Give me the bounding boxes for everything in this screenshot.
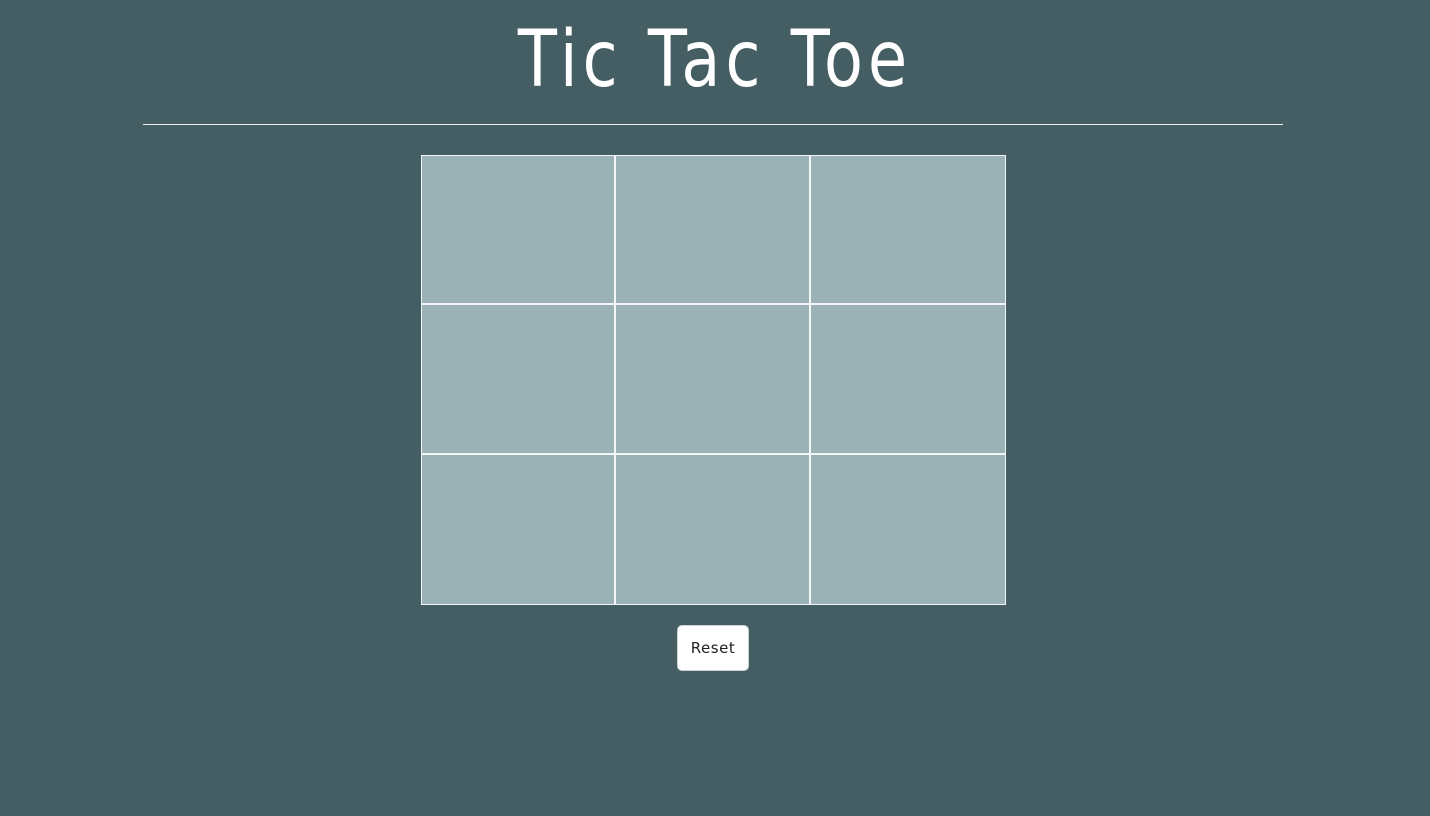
board-cell-3[interactable] xyxy=(811,155,1006,305)
game-board xyxy=(421,155,1006,605)
board-cell-7[interactable] xyxy=(421,455,616,605)
board-cell-8[interactable] xyxy=(616,455,811,605)
board-cell-5[interactable] xyxy=(616,305,811,455)
board-cell-9[interactable] xyxy=(811,455,1006,605)
page-title: Tic Tac Toe xyxy=(517,15,913,105)
title-divider xyxy=(143,124,1283,125)
reset-button[interactable]: Reset xyxy=(677,625,749,671)
board-cell-2[interactable] xyxy=(616,155,811,305)
board-cell-1[interactable] xyxy=(421,155,616,305)
board-cell-4[interactable] xyxy=(421,305,616,455)
board-cell-6[interactable] xyxy=(811,305,1006,455)
